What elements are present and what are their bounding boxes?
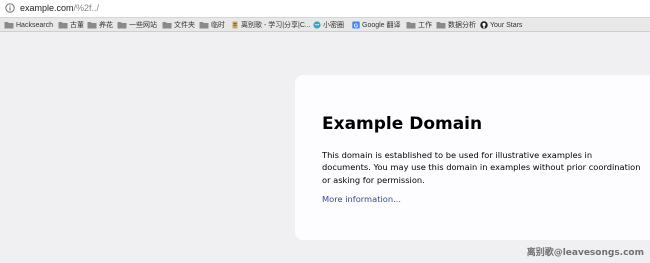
github-icon [480,21,488,29]
bookmark-label: Hacksearch [16,21,53,29]
bookmark-label: 工作 [418,22,432,29]
address-bar[interactable]: example.com/%2f../ [0,0,650,18]
folder-icon [4,22,14,29]
description-paragraph: This domain is established to be used fo… [322,150,641,185]
bookmark-folder[interactable]: 文件夹 [162,19,195,31]
bookmarks-bar: Hacksearch 古董 养花 一些网站 文件夹 临时 离别歌 - 学习|分享… [0,18,650,32]
folder-icon [87,22,97,29]
bookmark-websites[interactable]: 一些网站 [117,19,157,31]
bookmark-temporary[interactable]: 临时 [199,19,225,31]
bookmark-hacksearch[interactable]: Hacksearch [4,19,53,31]
watermark-text: 离别歌@leavesongs.com [526,248,644,258]
bookmark-flowers[interactable]: 养花 [87,19,113,31]
google-translate-icon: G [352,21,360,29]
url-path: /%2f../ [73,3,100,13]
more-information-link[interactable]: More information... [322,193,401,205]
folder-icon [406,22,416,29]
content-card: Example Domain This domain is establishe… [295,75,650,240]
bookmark-label: Google 翻译 [362,22,401,29]
bookmark-label: 文件夹 [174,22,195,29]
bookmark-page-icon [232,21,238,29]
bookmark-label: 小密圈 [323,22,344,29]
bookmark-google-translate[interactable]: G Google 翻译 [352,19,401,31]
info-icon[interactable] [5,3,15,13]
bookmark-label: 养花 [99,22,113,29]
bookmark-label: 一些网站 [129,22,157,29]
bookmark-label: 离别歌 - 学习|分享|C... [241,22,311,29]
bookmark-work[interactable]: 工作 [406,19,432,31]
folder-icon [436,22,446,29]
bookmark-your-stars[interactable]: Your Stars [480,19,522,31]
bookmark-label: Your Stars [490,21,523,29]
bookmark-xiaomiquan[interactable]: 小密圈 [313,19,344,31]
url-host: example.com [20,3,74,13]
folder-icon [162,22,172,29]
globe-icon [313,21,321,29]
folder-icon [117,22,127,29]
bookmark-data-analysis[interactable]: 数据分析 [436,19,476,31]
folder-icon [58,22,68,29]
bookmark-antiques[interactable]: 古董 [58,19,84,31]
bookmark-label: 临时 [211,22,225,29]
svg-text:G: G [354,23,358,29]
url-text[interactable]: example.com/%2f../ [20,3,99,14]
folder-icon [199,22,209,29]
bookmark-label: 数据分析 [448,22,476,29]
bookmark-label: 古董 [70,22,84,29]
page-title: Example Domain [322,114,483,134]
bookmark-leavesongs[interactable]: 离别歌 - 学习|分享|C... [231,19,311,31]
